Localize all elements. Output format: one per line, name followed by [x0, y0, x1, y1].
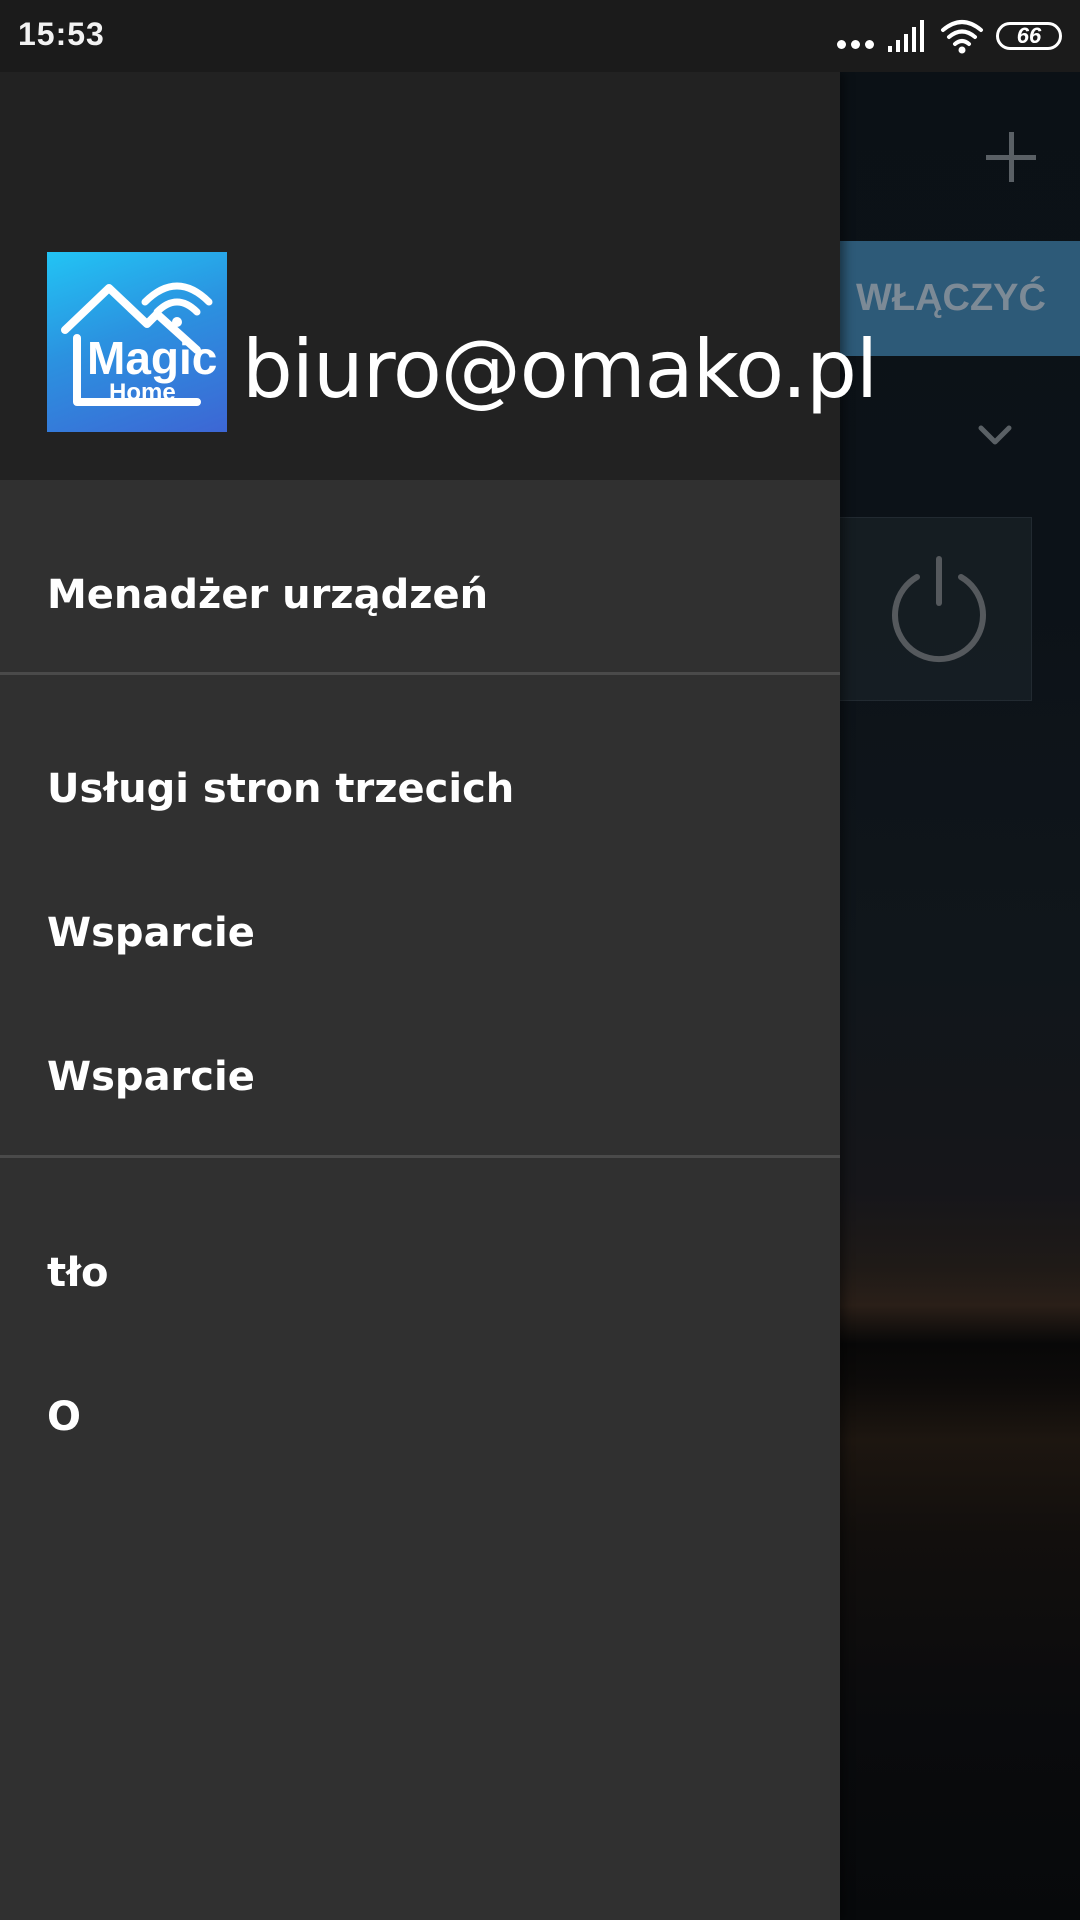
more-dots-icon: [837, 16, 874, 56]
navigation-drawer: Magic Home biuro@omako.pl Menadżer urząd…: [0, 72, 878, 1920]
chevron-down-icon[interactable]: [975, 415, 1015, 455]
status-icons: 66: [837, 16, 1062, 56]
drawer-header: Magic Home biuro@omako.pl: [0, 72, 878, 480]
menu-item-third-party-services[interactable]: Usługi stron trzecich: [0, 734, 840, 844]
battery-icon: 66: [996, 22, 1062, 50]
power-icon[interactable]: [884, 553, 994, 663]
magic-home-logo: Magic Home: [47, 252, 227, 432]
wifi-icon: [941, 20, 983, 54]
divider: [0, 672, 840, 675]
menu-item-background[interactable]: tło: [0, 1218, 840, 1328]
screen: WŁĄCZYĆ 15:53 66 Magic Home biuro@omako.…: [0, 0, 1080, 1920]
power-card[interactable]: [838, 517, 1032, 701]
logo-text-main: Magic: [87, 332, 217, 384]
signal-icon: [888, 20, 924, 52]
logo-text-sub: Home: [109, 379, 176, 406]
divider: [0, 1155, 840, 1158]
battery-level: 66: [1016, 23, 1042, 48]
menu-item-device-manager[interactable]: Menadżer urządzeń: [0, 540, 840, 650]
account-email: biuro@omako.pl: [242, 323, 878, 416]
status-bar: 15:53 66: [0, 0, 1080, 72]
menu-item-support-2[interactable]: Wsparcie: [0, 1022, 840, 1132]
menu-item-about[interactable]: O: [0, 1362, 840, 1472]
plus-icon[interactable]: [982, 128, 1042, 188]
status-time: 15:53: [18, 16, 105, 52]
menu-item-support[interactable]: Wsparcie: [0, 878, 840, 988]
